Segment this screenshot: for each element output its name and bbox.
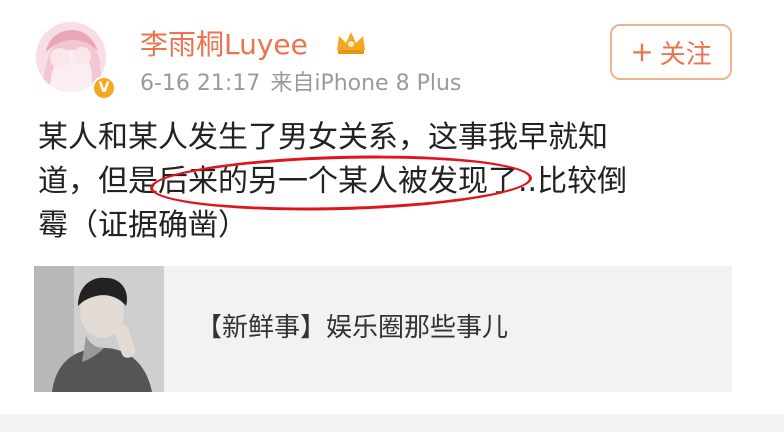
follow-button-label: 关注 xyxy=(659,39,712,70)
follow-button[interactable]: + 关注 xyxy=(610,24,732,80)
post-source[interactable]: 来自iPhone 8 Plus xyxy=(270,70,461,98)
card-title: 【新鲜事】娱乐圈那些事儿 xyxy=(196,313,509,343)
highlighted-text: 后来的另一个某人被发现了 xyxy=(158,164,518,199)
crown-icon[interactable] xyxy=(334,28,368,58)
post-line-2-end: ..比较倒 xyxy=(518,164,628,199)
link-card[interactable]: 【新鲜事】娱乐圈那些事儿 xyxy=(34,266,732,392)
verified-badge-icon: V xyxy=(92,76,116,100)
post-line-3: 霉（证据确凿） xyxy=(38,208,248,243)
post-date: 6-16 21:17 xyxy=(140,71,261,96)
post-footer-divider xyxy=(0,414,784,432)
post-text: 某人和某人发生了男女关系，这事我早就知 道，但是后来的另一个某人被发现了 ..比较… xyxy=(38,116,738,248)
card-thumbnail-photo xyxy=(34,266,164,392)
post-line-2: 道，但是后来的另一个某人被发现了 ..比较倒 xyxy=(38,151,738,215)
username[interactable]: 李雨桐Luyee xyxy=(140,28,308,62)
weibo-post: V 李雨桐Luyee 6-16 21:17 来自iPhone 8 Plus + 关… xyxy=(0,0,784,432)
post-line-1: 某人和某人发生了男女关系，这事我早就知 xyxy=(38,120,608,155)
card-thumbnail xyxy=(34,266,164,392)
post-line-2-start: 道，但是 xyxy=(38,164,158,199)
plus-icon: + xyxy=(630,35,654,68)
highlighted-phrase: 后来的另一个某人被发现了 xyxy=(149,151,533,215)
post-meta: 6-16 21:17 来自iPhone 8 Plus xyxy=(140,70,461,98)
